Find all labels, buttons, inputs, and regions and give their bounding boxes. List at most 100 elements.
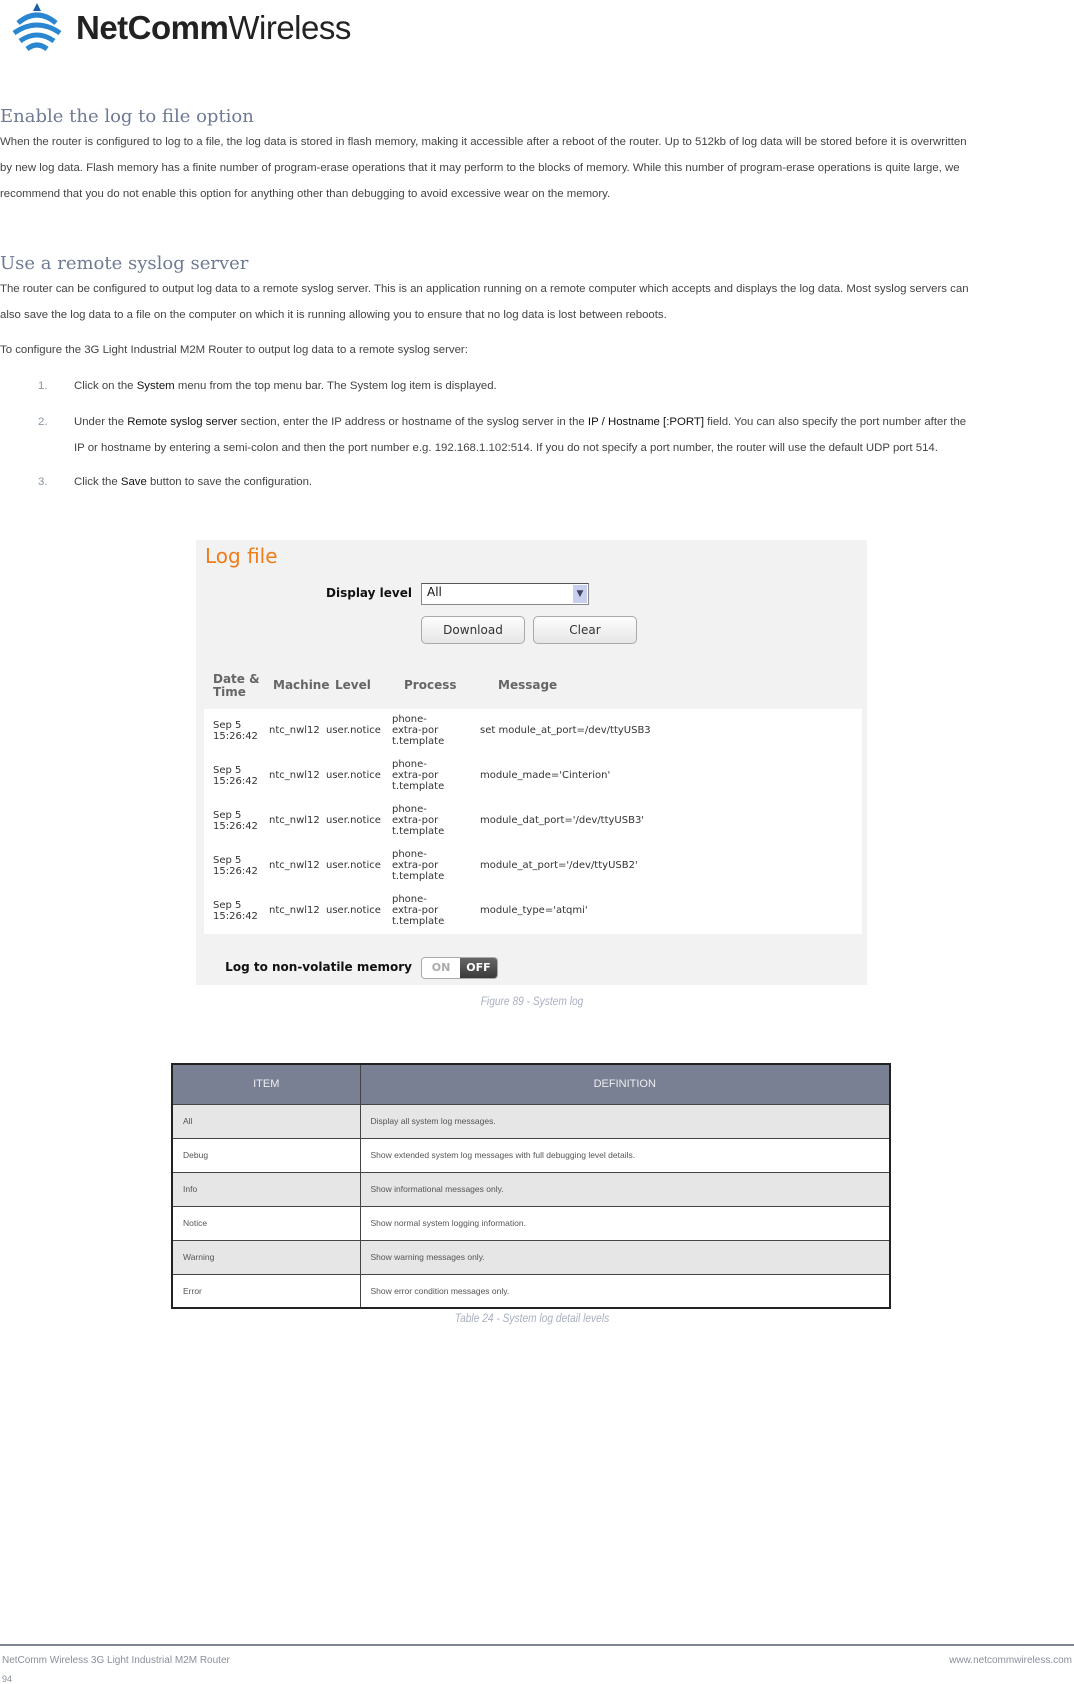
log-row: Sep 5 15:26:42 ntc_nwl12 user.notice phone-e… — [204, 889, 862, 934]
netcomm-logo: NetCommWireless — [10, 2, 351, 54]
footer-website[interactable]: www.netcommwireless.com — [949, 1655, 1072, 1666]
section-heading-log-to-file: Enable the log to file option — [0, 106, 254, 127]
log-time: 15:26:42 — [213, 731, 258, 742]
column-header-machine: Machine — [273, 678, 330, 692]
log-time: 15:26:42 — [213, 776, 258, 787]
definition-cell: Show warning messages only. — [359, 1239, 891, 1275]
log-date: Sep 5 — [213, 765, 242, 776]
definition-cell: Show normal system logging information. — [359, 1205, 891, 1241]
definition-cell: Show error condition messages only. — [359, 1273, 891, 1309]
log-process: phone- — [392, 849, 427, 860]
log-level: user.notice — [326, 725, 381, 736]
log-message: set module_at_port=/dev/ttyUSB3 — [480, 725, 651, 736]
log-process: extra-por — [392, 725, 439, 736]
log-time: 15:26:42 — [213, 866, 258, 877]
log-process: phone- — [392, 714, 427, 725]
paragraph-line: also save the log data to a file on the … — [0, 309, 667, 321]
paragraph-line: by new log data. Flash memory has a fini… — [0, 162, 960, 174]
paragraph-line: When the router is configured to log to … — [0, 136, 967, 148]
log-process: t.template — [392, 781, 445, 792]
log-process: t.template — [392, 736, 445, 747]
step-2-continued: IP or hostname by entering a semi-colon … — [74, 442, 938, 454]
log-table-body: Sep 5 15:26:42 ntc_nwl12 user.notice phone-e… — [204, 709, 862, 934]
logo-brand-bold: NetComm — [76, 9, 229, 46]
log-row: Sep 5 15:26:42 ntc_nwl12 user.notice phone-e… — [204, 754, 862, 799]
log-machine: ntc_nwl12 — [269, 815, 320, 826]
item-cell: Warning — [171, 1239, 361, 1275]
definition-cell: Show extended system log messages with f… — [359, 1137, 891, 1173]
download-button[interactable]: Download — [421, 616, 525, 644]
section-heading-remote-syslog: Use a remote syslog server — [0, 253, 249, 274]
log-process: phone- — [392, 759, 427, 770]
log-message: module_type='atqmi' — [480, 905, 588, 916]
figure-caption: Figure 89 - System log — [480, 994, 584, 1008]
log-level: user.notice — [326, 770, 381, 781]
intro-text: To configure the 3G Light Industrial M2M… — [0, 344, 468, 356]
log-level: user.notice — [326, 815, 381, 826]
log-date: Sep 5 — [213, 855, 242, 866]
item-cell: Notice — [171, 1205, 361, 1241]
log-file-title: Log file — [205, 544, 278, 568]
column-header-level: Level — [335, 678, 371, 692]
definition-cell: Display all system log messages. — [359, 1103, 891, 1139]
item-cell: All — [171, 1103, 361, 1139]
log-machine: ntc_nwl12 — [269, 770, 320, 781]
log-level: user.notice — [326, 860, 381, 871]
paragraph-line: recommend that you do not enable this op… — [0, 188, 611, 200]
item-cell: Info — [171, 1171, 361, 1207]
table-row: Debug Show extended system log messages w… — [171, 1137, 891, 1173]
table-row: Warning Show warning messages only. — [171, 1239, 891, 1275]
log-time: 15:26:42 — [213, 911, 258, 922]
log-process: phone- — [392, 894, 427, 905]
log-date: Sep 5 — [213, 900, 242, 911]
step-number: 1. — [38, 380, 48, 392]
log-message: module_made='Cinterion' — [480, 770, 611, 781]
table-row: All Display all system log messages. — [171, 1103, 891, 1139]
nvm-toggle[interactable]: ON OFF — [421, 957, 498, 979]
definition-cell: Show informational messages only. — [359, 1171, 891, 1207]
log-process: t.template — [392, 826, 445, 837]
log-file-screenshot: Log file Display level All ▼ Download Cle… — [196, 540, 867, 985]
log-row: Sep 5 15:26:42 ntc_nwl12 user.notice phone-e… — [204, 799, 862, 844]
column-header-message: Message — [498, 678, 558, 692]
log-machine: ntc_nwl12 — [269, 860, 320, 871]
nvm-label: Log to non-volatile memory — [225, 960, 412, 974]
log-levels-table: ITEM DEFINITION All Display all system log… — [171, 1063, 891, 1309]
table-caption: Table 24 - System log detail levels — [454, 1311, 610, 1325]
column-header-definition: DEFINITION — [359, 1063, 891, 1105]
display-level-select[interactable]: All ▼ — [421, 583, 589, 605]
log-process: t.template — [392, 916, 445, 927]
log-process: extra-por — [392, 815, 439, 826]
step-number: 2. — [38, 416, 48, 428]
chevron-down-icon: ▼ — [573, 585, 587, 603]
log-process: extra-por — [392, 770, 439, 781]
log-process: phone- — [392, 804, 427, 815]
column-header-process: Process — [404, 678, 457, 692]
step-3: Click the Save button to save the config… — [74, 476, 313, 488]
log-machine: ntc_nwl12 — [269, 905, 320, 916]
logo-brand-light: Wireless — [228, 9, 351, 46]
clear-button[interactable]: Clear — [533, 616, 637, 644]
log-row: Sep 5 15:26:42 ntc_nwl12 user.notice phone-e… — [204, 709, 862, 754]
wifi-logo-icon — [12, 3, 62, 52]
table-row: Notice Show normal system logging informa… — [171, 1205, 891, 1241]
log-message: module_at_port='/dev/ttyUSB2' — [480, 860, 638, 871]
item-cell: Error — [171, 1273, 361, 1309]
log-message: module_dat_port='/dev/ttyUSB3' — [480, 815, 645, 826]
log-level: user.notice — [326, 905, 381, 916]
log-process: extra-por — [392, 905, 439, 916]
log-row: Sep 5 15:26:42 ntc_nwl12 user.notice phone-e… — [204, 844, 862, 889]
item-cell: Debug — [171, 1137, 361, 1173]
log-time: 15:26:42 — [213, 821, 258, 832]
table-row: Error Show error condition messages only. — [171, 1273, 891, 1309]
column-header-item: ITEM — [171, 1063, 361, 1105]
step-number: 3. — [38, 476, 48, 488]
log-process: extra-por — [392, 860, 439, 871]
log-date: Sep 5 — [213, 810, 242, 821]
step-2: Under the Remote syslog server section, … — [74, 416, 967, 428]
footer-divider — [0, 1644, 1074, 1646]
table-row: Info Show informational messages only. — [171, 1171, 891, 1207]
footer-product: NetComm Wireless 3G Light Industrial M2M… — [2, 1655, 230, 1666]
log-process: t.template — [392, 871, 445, 882]
log-date: Sep 5 — [213, 720, 242, 731]
